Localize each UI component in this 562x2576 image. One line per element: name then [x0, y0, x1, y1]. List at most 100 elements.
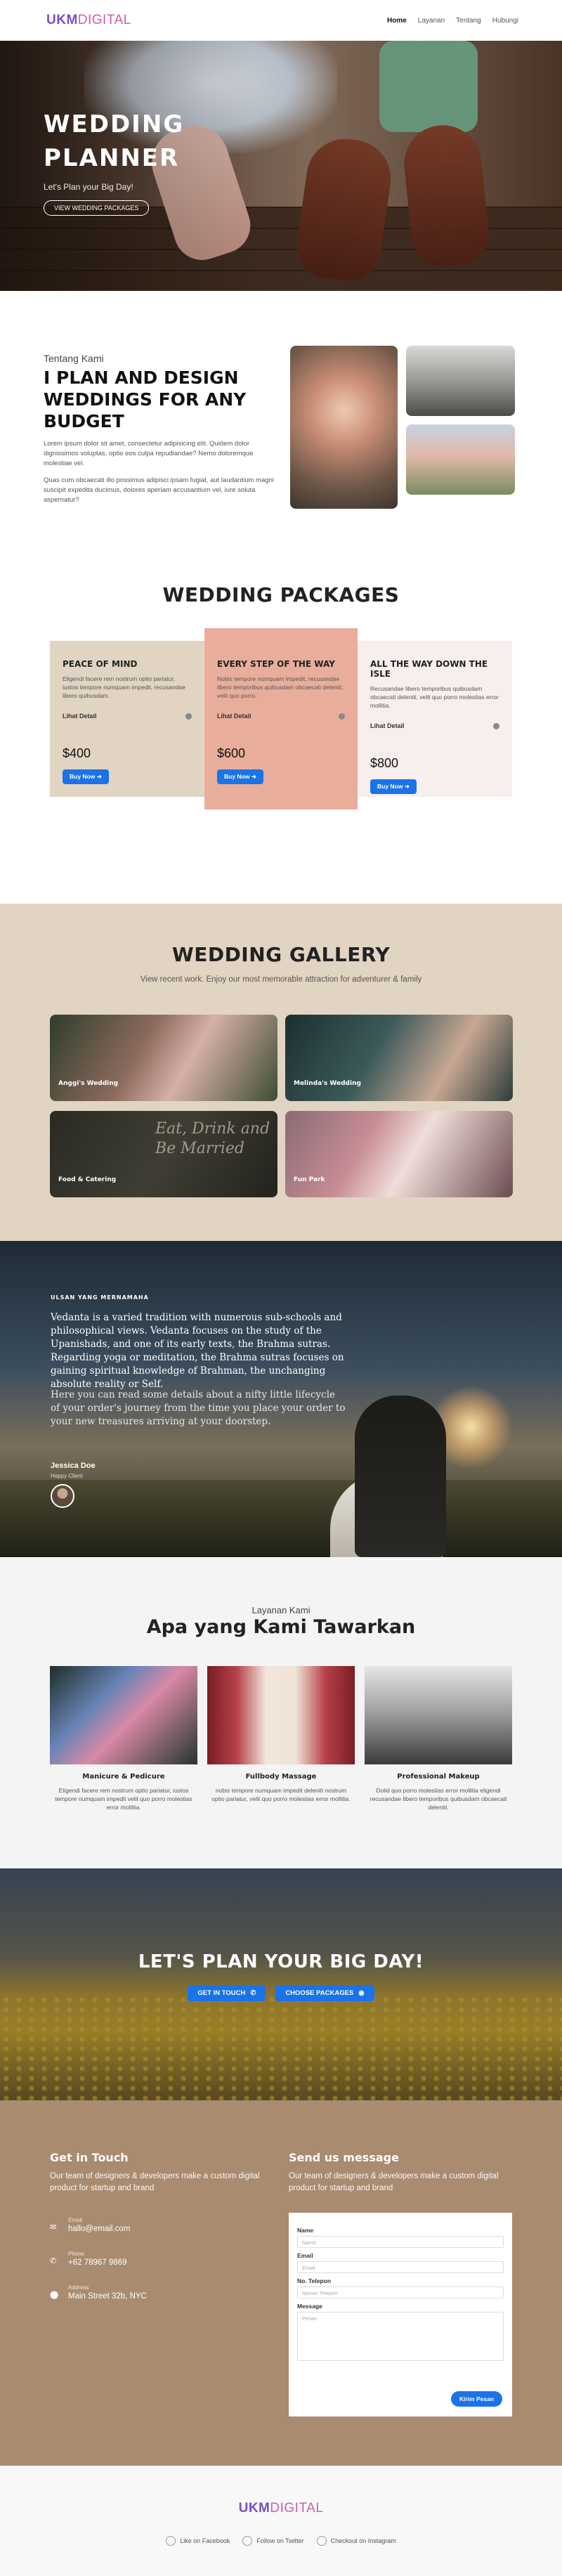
social-facebook[interactable]: Like on Facebook [166, 2536, 230, 2546]
avatar [51, 1484, 74, 1508]
service-image [50, 1666, 197, 1764]
phone-icon: ✆ [250, 1989, 256, 1997]
contact-form: Name Name Email Email No. Telepon Nomor … [289, 2213, 512, 2416]
testimonial-author-role: Happy Client [51, 1473, 83, 1479]
buy-now-button[interactable]: Buy Now ➜ [370, 779, 417, 794]
social-links: Like on Facebook Follow on Twitter Check… [0, 2536, 562, 2546]
gallery-item-label: Melinda's Wedding [294, 1080, 361, 1087]
twitter-icon [242, 2536, 253, 2546]
package-card: PEACE OF MIND Eligendi facere rem nostru… [50, 641, 204, 797]
arrow-right-icon: ➜ [251, 773, 256, 780]
service-image [207, 1666, 355, 1764]
testimonial-bg-field [0, 1480, 562, 1557]
gallery-item[interactable]: Fun Park [285, 1111, 513, 1197]
name-label: Name [297, 2227, 314, 2234]
package-detail-link[interactable]: Lihat Detail [63, 713, 192, 720]
testimonial-bg-couple [355, 1396, 446, 1557]
chevron-circle-icon [493, 722, 499, 729]
gallery-item[interactable]: Melinda's Wedding [285, 1015, 513, 1101]
logo-text-a: UKM [46, 13, 78, 27]
gallery-title: WEDDING GALLERY [171, 943, 391, 966]
package-detail-link[interactable]: Lihat Detail [217, 713, 345, 720]
service-image [365, 1666, 512, 1764]
package-detail-link[interactable]: Lihat Detail [370, 722, 499, 729]
choose-packages-button[interactable]: CHOOSE PACKAGES ◉ [275, 1985, 374, 2001]
contact-address-value: Main Street 32b, NYC [68, 2292, 147, 2301]
gallery-item[interactable]: Eat, Drink and Be Married Food & Catering [50, 1111, 277, 1197]
cta-title: LET'S PLAN YOUR BIG DAY! [138, 1951, 424, 1972]
eye-icon: ◉ [358, 1989, 365, 1997]
service-desc: Eligendi facere rem nostrum optio pariat… [55, 1787, 192, 1811]
nav-link-home[interactable]: Home [387, 17, 407, 25]
about-paragraph-1: Lorem ipsum dolor sit amet, consectetur … [44, 440, 254, 467]
contact-phone: ✆ Phone +62 78967 9869 [50, 2251, 126, 2267]
contact-address-label: Address [68, 2284, 89, 2291]
phone-field[interactable]: Nomor Telepon [297, 2286, 504, 2298]
service-name: Manicure & Pedicure [82, 1773, 165, 1781]
services-section: Layanan Kami Apa yang Kami Tawarkan Mani… [0, 1557, 562, 1868]
buy-now-label: Buy Now [70, 773, 96, 780]
about-photo-bride [290, 346, 398, 509]
gallery-item[interactable]: Anggi's Wedding [50, 1015, 277, 1101]
contact-email-label: Email [68, 2217, 83, 2223]
nav-links: Home Layanan Tentang Hubungi [387, 17, 518, 25]
package-price: $400 [63, 746, 91, 760]
name-field[interactable]: Name [297, 2236, 504, 2248]
testimonial-quote-1: Vedanta is a varied tradition with numer… [51, 1312, 344, 1390]
about-title: I PLAN AND DESIGN WEDDINGS FOR ANY BUDGE… [44, 367, 247, 431]
gallery-item-label: Fun Park [294, 1176, 325, 1183]
hero-text: WEDDING PLANNER Let's Plan your Big Day!… [44, 108, 184, 216]
gallery-section: WEDDING GALLERY View recent work. Enjoy … [0, 904, 562, 1241]
service-name: Fullbody Massage [245, 1773, 317, 1781]
nav-link-tentang[interactable]: Tentang [456, 17, 481, 25]
message-field[interactable]: Pesan [297, 2312, 504, 2361]
buy-now-button[interactable]: Buy Now ➜ [217, 769, 263, 784]
package-detail-label: Lihat Detail [370, 722, 405, 729]
nav-link-layanan[interactable]: Layanan [418, 17, 445, 25]
package-card: ALL THE WAY DOWN THE ISLE Recusandae lib… [358, 641, 512, 797]
package-card-featured: EVERY STEP OF THE WAY Nobis tempore numq… [204, 628, 358, 809]
social-instagram[interactable]: Checkout on Instagram [316, 2536, 396, 2546]
footer-logo[interactable]: UKMDIGITAL [0, 2501, 562, 2516]
contact-email: ✉ Email hallo@email.com [50, 2217, 130, 2233]
choose-packages-label: CHOOSE PACKAGES [285, 1989, 354, 1997]
about-photo-ceremony [406, 346, 515, 416]
send-message-button[interactable]: Kirim Pesan [450, 2391, 502, 2407]
logo-text-b: DIGITAL [77, 13, 131, 27]
service-card: Fullbody Massage nobis tempore numquam i… [207, 1666, 355, 1803]
cta-overlay [0, 1868, 562, 2100]
service-desc: nobis tempore numquam impedit deleniti n… [211, 1787, 351, 1802]
hero-title: WEDDING PLANNER [44, 110, 185, 172]
nav-link-hubungi[interactable]: Hubungi [492, 17, 518, 25]
about-section: Tentang Kami I PLAN AND DESIGN WEDDINGS … [0, 291, 562, 582]
arrow-right-icon: ➜ [404, 783, 410, 790]
cta-section: LET'S PLAN YOUR BIG DAY! GET IN TOUCH ✆ C… [0, 1868, 562, 2100]
services-title: Apa yang Kami Tawarkan [146, 1616, 416, 1638]
brand-logo[interactable]: UKMDIGITAL [46, 13, 131, 28]
service-card: Professional Makeup Dolid quo porro mole… [365, 1666, 512, 1811]
package-detail-label: Lihat Detail [217, 713, 251, 720]
view-packages-button[interactable]: VIEW WEDDING PACKAGES [44, 200, 150, 216]
email-label: Email [297, 2252, 313, 2259]
chalkboard-lettering: Eat, Drink and Be Married [155, 1120, 270, 1157]
footer: UKMDIGITAL Like on Facebook Follow on Tw… [0, 2466, 562, 2576]
get-in-touch-button[interactable]: GET IN TOUCH ✆ [188, 1985, 266, 2001]
service-desc: Dolid quo porro molestias error mollitia… [370, 1787, 507, 1811]
package-name: ALL THE WAY DOWN THE ISLE [370, 659, 488, 679]
package-desc: Nobis tempore numquam impedit, recusanda… [217, 675, 344, 699]
contact-left-text: Our team of designers & developers make … [50, 2172, 260, 2192]
social-twitter[interactable]: Follow on Twitter [242, 2536, 304, 2546]
service-name: Professional Makeup [397, 1773, 480, 1781]
contact-left-title: Get in Touch [50, 2151, 129, 2164]
buy-now-button[interactable]: Buy Now ➜ [63, 769, 109, 784]
map-pin-icon: ⬤ [50, 2291, 59, 2299]
contact-phone-value[interactable]: +62 78967 9869 [68, 2258, 126, 2267]
about-text: Tentang Kami I PLAN AND DESIGN WEDDINGS … [44, 353, 275, 505]
phone-icon: ✆ [50, 2257, 57, 2265]
instagram-icon [316, 2536, 327, 2546]
package-price: $600 [217, 746, 246, 760]
hero-subtitle: Let's Plan your Big Day! [44, 182, 133, 192]
contact-email-value[interactable]: hallo@email.com [68, 2225, 130, 2233]
chevron-circle-icon [185, 713, 192, 720]
email-field[interactable]: Email [297, 2261, 504, 2273]
